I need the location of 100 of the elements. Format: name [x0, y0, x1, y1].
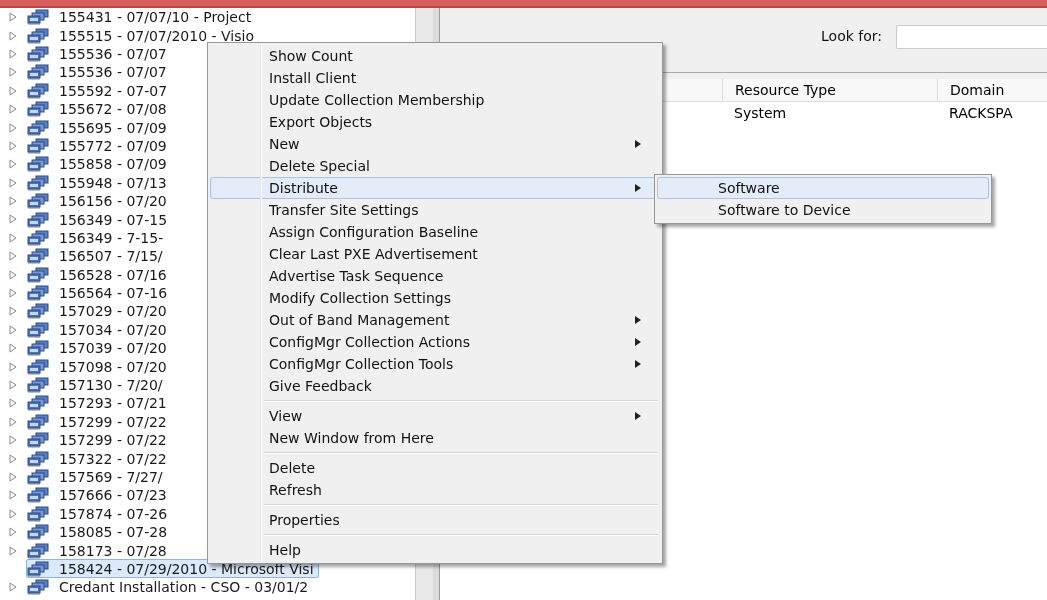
computer-collection-icon: [27, 432, 49, 449]
tree-item[interactable]: 156528 - 07/16: [26, 265, 172, 285]
computer-collection-icon: [27, 524, 49, 541]
computer-collection-icon: [27, 340, 49, 357]
tree-item[interactable]: 157569 - 7/27/: [26, 467, 168, 487]
menu-item[interactable]: Advertise Task Sequence: [210, 265, 660, 287]
expand-arrow-icon[interactable]: [8, 214, 18, 225]
tree-item[interactable]: 157039 - 07/20: [26, 338, 172, 358]
expand-arrow-icon[interactable]: [8, 398, 18, 409]
computer-collection-icon: [27, 174, 49, 191]
tree-item[interactable]: 155592 - 07-07: [26, 81, 173, 101]
tree-item[interactable]: 155948 - 07/13: [26, 173, 172, 193]
menu-item[interactable]: New: [210, 133, 660, 155]
tree-item[interactable]: 157293 - 07/21: [26, 393, 172, 413]
menu-item[interactable]: Clear Last PXE Advertisement: [210, 243, 660, 265]
expand-arrow-icon[interactable]: [8, 527, 18, 538]
tree-item[interactable]: Credant Installation - CSO - 03/01/2: [26, 577, 314, 597]
expand-arrow-icon[interactable]: [8, 471, 18, 482]
tree-item[interactable]: 157874 - 07-26: [26, 504, 173, 524]
computer-collection-icon: [27, 211, 49, 228]
computer-collection-icon: [27, 377, 49, 393]
menu-item[interactable]: Help: [210, 539, 660, 561]
expand-arrow-icon[interactable]: [8, 104, 18, 115]
tree-item[interactable]: 157299 - 07/22: [26, 412, 172, 432]
expand-arrow-icon[interactable]: [8, 343, 18, 354]
menu-item[interactable]: Export Objects: [210, 111, 660, 133]
computer-collection-icon: [27, 560, 49, 577]
tree-item[interactable]: 157299 - 07/22: [26, 430, 172, 450]
column-header[interactable]: Domain: [937, 79, 1047, 101]
menu-item[interactable]: Delete Special: [210, 155, 660, 177]
expand-arrow-icon[interactable]: [8, 196, 18, 207]
computer-collection-icon: [27, 193, 49, 210]
tree-item[interactable]: 155858 - 07/09: [26, 154, 172, 174]
tree-item[interactable]: 155536 - 07/07: [26, 44, 172, 64]
expand-arrow-icon[interactable]: [8, 269, 18, 280]
search-field[interactable]: [896, 25, 1047, 49]
expand-arrow-icon[interactable]: [8, 324, 18, 335]
tree-item[interactable]: 156507 - 7/15/: [26, 246, 168, 266]
expand-arrow-icon[interactable]: [8, 159, 18, 170]
computer-collection-icon: [27, 156, 49, 173]
expand-arrow-icon[interactable]: [8, 416, 18, 427]
tree-item[interactable]: 157029 - 07/20: [26, 301, 172, 321]
menu-item[interactable]: Out of Band Management: [210, 309, 660, 331]
menu-item[interactable]: Refresh: [210, 479, 660, 501]
computer-collection-icon: [27, 542, 49, 559]
expand-arrow-icon[interactable]: [8, 67, 18, 78]
computer-collection-icon: [27, 248, 49, 265]
menu-item[interactable]: View: [210, 405, 660, 427]
expand-arrow-icon[interactable]: [8, 232, 18, 243]
tree-item[interactable]: 156349 - 7-15-: [26, 228, 169, 248]
menu-item[interactable]: Properties: [210, 509, 660, 531]
tree-item[interactable]: 157098 - 07/20: [26, 357, 172, 377]
tree-item[interactable]: 155695 - 07/09: [26, 118, 172, 138]
tree-item[interactable]: 157666 - 07/23: [26, 485, 172, 505]
menu-item[interactable]: Modify Collection Settings: [210, 287, 660, 309]
tree-item[interactable]: 157130 - 7/20/: [26, 375, 168, 395]
tree-item[interactable]: 155515 - 07/07/2010 - Visio: [26, 26, 259, 46]
menu-item[interactable]: ConfigMgr Collection Tools: [210, 353, 660, 375]
tree-item[interactable]: 158085 - 07-28: [26, 522, 173, 542]
computer-collection-icon: [27, 27, 49, 44]
menu-item[interactable]: Install Client: [210, 67, 660, 89]
menu-item[interactable]: Delete: [210, 457, 660, 479]
expand-arrow-icon[interactable]: [8, 12, 18, 23]
expand-arrow-icon[interactable]: [8, 582, 18, 593]
tree-item[interactable]: 155772 - 07/09: [26, 136, 172, 156]
tree-item[interactable]: 157322 - 07/22: [26, 449, 172, 469]
expand-arrow-icon[interactable]: [8, 361, 18, 372]
menu-item[interactable]: Assign Configuration Baseline: [210, 221, 660, 243]
menu-item[interactable]: Show Count: [210, 45, 660, 67]
expand-arrow-icon[interactable]: [8, 48, 18, 59]
tree-item[interactable]: 157034 - 07/20: [26, 320, 172, 340]
expand-arrow-icon[interactable]: [8, 508, 18, 519]
expand-arrow-icon[interactable]: [8, 380, 18, 390]
expand-arrow-icon[interactable]: [8, 453, 18, 464]
expand-arrow-icon[interactable]: [8, 30, 18, 41]
menu-item[interactable]: Update Collection Membership: [210, 89, 660, 111]
expand-arrow-icon[interactable]: [8, 251, 18, 262]
menu-item[interactable]: Software: [657, 177, 989, 199]
tree-item[interactable]: 158173 - 07/28: [26, 541, 172, 561]
menu-item[interactable]: ConfigMgr Collection Actions: [210, 331, 660, 353]
expand-arrow-icon[interactable]: [8, 490, 18, 501]
expand-arrow-icon[interactable]: [8, 140, 18, 151]
expand-arrow-icon[interactable]: [8, 306, 18, 317]
tree-item[interactable]: 156564 - 07-16: [26, 283, 173, 303]
expand-arrow-icon[interactable]: [8, 545, 18, 556]
tree-item[interactable]: 155536 - 07/07: [26, 62, 172, 82]
expand-arrow-icon[interactable]: [8, 122, 18, 133]
menu-item[interactable]: Give Feedback: [210, 375, 660, 397]
computer-collection-icon: [27, 82, 49, 99]
tree-item[interactable]: 156349 - 07-15: [26, 210, 173, 229]
tree-item[interactable]: 155672 - 07/08: [26, 99, 172, 119]
expand-arrow-icon[interactable]: [8, 177, 18, 188]
expand-arrow-icon[interactable]: [8, 85, 18, 96]
column-header[interactable]: Resource Type: [722, 79, 937, 101]
expand-arrow-icon[interactable]: [8, 435, 18, 446]
menu-item[interactable]: Software to Device: [657, 199, 989, 221]
tree-item[interactable]: 155431 - 07/07/10 - Project: [26, 8, 257, 27]
expand-arrow-icon[interactable]: [8, 288, 18, 299]
menu-item[interactable]: New Window from Here: [210, 427, 660, 449]
tree-item[interactable]: 156156 - 07/20: [26, 191, 172, 211]
